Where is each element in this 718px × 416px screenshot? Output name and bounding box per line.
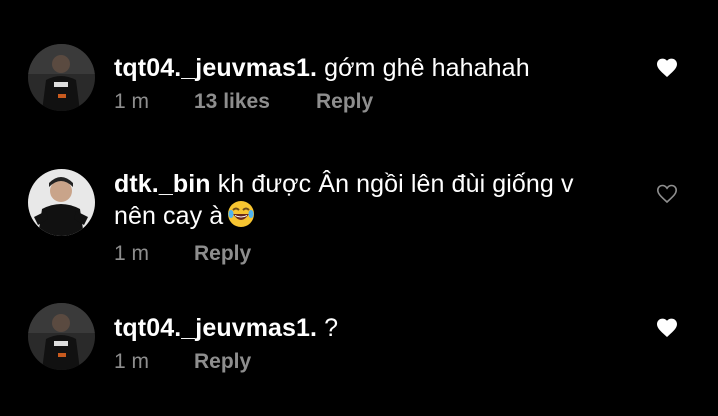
reply-button[interactable]: Reply (194, 349, 251, 375)
heart-filled-icon[interactable] (655, 316, 679, 338)
comment-username[interactable]: tqt04._jeuvmas1. (114, 54, 317, 82)
comment-username[interactable]: tqt04._jeuvmas1. (114, 314, 317, 342)
reply-button[interactable]: Reply (316, 89, 373, 115)
heart-filled-icon[interactable] (655, 56, 679, 78)
avatar[interactable] (28, 169, 95, 236)
comment-text: tqt04._jeuvmas1. ? (114, 312, 634, 344)
laughing-emoji-icon (227, 200, 255, 236)
comment-likes[interactable]: 13 likes (194, 89, 316, 115)
comment-message-line2: nên cay à (114, 202, 224, 230)
comment-meta: 1 m 13 likes Reply (114, 89, 634, 115)
comment-meta: 1 m Reply (114, 349, 634, 375)
reply-button[interactable]: Reply (194, 241, 251, 267)
comment-message: gớm ghê hahahah (324, 54, 530, 82)
avatar[interactable] (28, 44, 95, 111)
comment-time: 1 m (114, 350, 150, 373)
heart-outline-icon[interactable] (655, 182, 679, 204)
comment-time: 1 m (114, 90, 150, 113)
avatar[interactable] (28, 303, 95, 370)
comment-username[interactable]: dtk._bin (114, 170, 211, 198)
comment-meta: 1 m Reply (114, 241, 634, 267)
comment-message: ? (324, 314, 339, 342)
comment-time: 1 m (114, 242, 150, 265)
comment-body: tqt04._jeuvmas1. gớm ghê hahahah 1 m 13 l… (114, 52, 634, 115)
comment-message: kh được Ân ngồi lên đùi giống v (217, 170, 574, 198)
comment-body: dtk._bin kh được Ân ngồi lên đùi giống v… (114, 168, 634, 267)
comment-text: dtk._bin kh được Ân ngồi lên đùi giống v… (114, 168, 634, 236)
comment-text: tqt04._jeuvmas1. gớm ghê hahahah (114, 52, 634, 84)
comment-body: tqt04._jeuvmas1. ? 1 m Reply (114, 312, 634, 375)
